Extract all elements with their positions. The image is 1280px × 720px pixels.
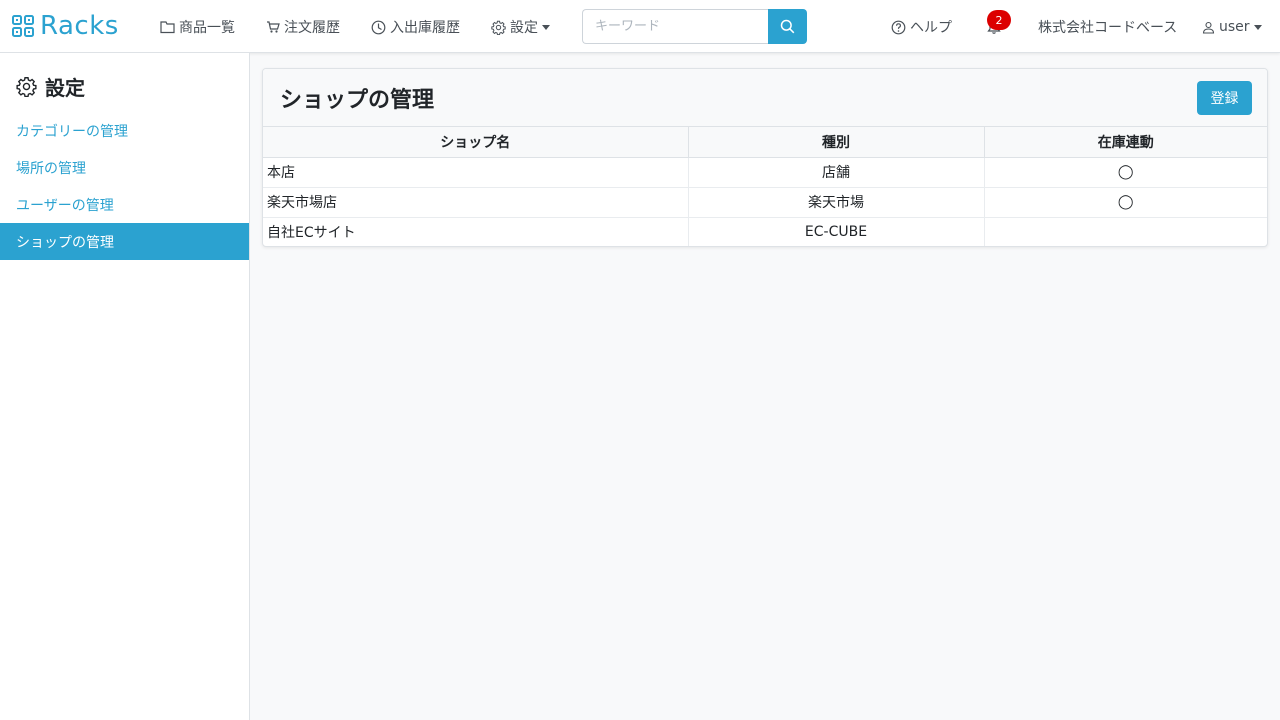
settings-sidebar: 設定 カテゴリーの管理 場所の管理 ユーザーの管理 ショップの管理	[0, 53, 250, 720]
card-header: ショップの管理 登録	[263, 69, 1267, 127]
page-title: ショップの管理	[280, 88, 435, 113]
table-header-row: ショップ名 種別 在庫連動	[263, 127, 1267, 158]
gear-icon	[16, 76, 37, 97]
nav-products[interactable]: 商品一覧	[160, 15, 235, 39]
search-button[interactable]	[768, 9, 807, 44]
search-icon	[780, 19, 795, 34]
sidebar-item-categories[interactable]: カテゴリーの管理	[0, 112, 249, 149]
column-header-type: 種別	[688, 127, 985, 158]
sidebar-item-shops[interactable]: ショップの管理	[0, 223, 249, 260]
search-input[interactable]	[582, 9, 768, 44]
table-row[interactable]: 本店 店舗 ◯	[263, 157, 1267, 188]
folder-icon	[160, 21, 175, 34]
cart-icon	[267, 21, 280, 33]
table-row[interactable]: 自社ECサイト EC-CUBE	[263, 217, 1267, 246]
column-header-shop-name: ショップ名	[263, 127, 689, 158]
search-bar	[582, 9, 807, 44]
caret-down-icon	[542, 24, 550, 30]
user-menu-dropdown[interactable]: user	[1202, 15, 1262, 39]
nav-settings-dropdown[interactable]: 設定	[491, 15, 550, 39]
user-label: user	[1219, 19, 1250, 35]
nav-orders-label: 注文履歴	[284, 20, 340, 36]
sidebar-title: 設定	[16, 71, 85, 101]
stock-sync-cell: ◯	[984, 157, 1267, 188]
sidebar-title-label: 設定	[45, 75, 85, 100]
question-circle-icon	[891, 20, 906, 34]
help-label: ヘルプ	[910, 20, 952, 36]
nav-products-label: 商品一覧	[179, 20, 235, 36]
grid-logo-icon	[12, 15, 34, 37]
sidebar-item-locations[interactable]: 場所の管理	[0, 149, 249, 186]
shop-management-card: ショップの管理 登録 ショップ名 種別 在庫連動 本店 店舗 ◯ 楽天市場店 楽…	[262, 68, 1268, 247]
shop-type-cell: 楽天市場	[688, 187, 985, 218]
nav-orders[interactable]: 注文履歴	[266, 15, 340, 39]
shop-name-cell: 楽天市場店	[263, 187, 689, 218]
clock-icon	[371, 20, 386, 34]
table-row[interactable]: 楽天市場店 楽天市場 ◯	[263, 187, 1267, 218]
shop-name-cell: 自社ECサイト	[263, 217, 689, 246]
top-navbar: Racks 商品一覧 注文履歴 入出庫履歴 設定 ヘルプ 2 株式会社コードベー…	[0, 0, 1280, 53]
nav-stock-history[interactable]: 入出庫履歴	[371, 15, 460, 39]
shop-name-cell: 本店	[263, 157, 689, 188]
column-header-stock-sync: 在庫連動	[984, 127, 1267, 158]
register-button[interactable]: 登録	[1197, 81, 1252, 115]
notification-badge: 2	[987, 10, 1011, 30]
brand-logo[interactable]: Racks	[12, 10, 119, 42]
caret-down-icon	[1253, 24, 1262, 30]
help-link[interactable]: ヘルプ	[891, 15, 952, 39]
nav-stock-history-label: 入出庫履歴	[390, 20, 460, 36]
company-label: 株式会社コードベース	[1038, 20, 1178, 36]
shop-type-cell: EC-CUBE	[688, 217, 985, 246]
sidebar-item-users[interactable]: ユーザーの管理	[0, 186, 249, 223]
user-icon	[1202, 21, 1215, 34]
shop-table: ショップ名 種別 在庫連動 本店 店舗 ◯ 楽天市場店 楽天市場 ◯ 自社ECサ…	[263, 127, 1267, 246]
stock-sync-cell: ◯	[984, 187, 1267, 218]
stock-sync-cell	[984, 217, 1267, 246]
nav-settings-label: 設定	[510, 20, 538, 36]
shop-type-cell: 店舗	[688, 157, 985, 188]
company-menu[interactable]: 株式会社コードベース	[1038, 15, 1177, 39]
brand-name: Racks	[40, 11, 119, 41]
gear-icon	[491, 20, 506, 35]
